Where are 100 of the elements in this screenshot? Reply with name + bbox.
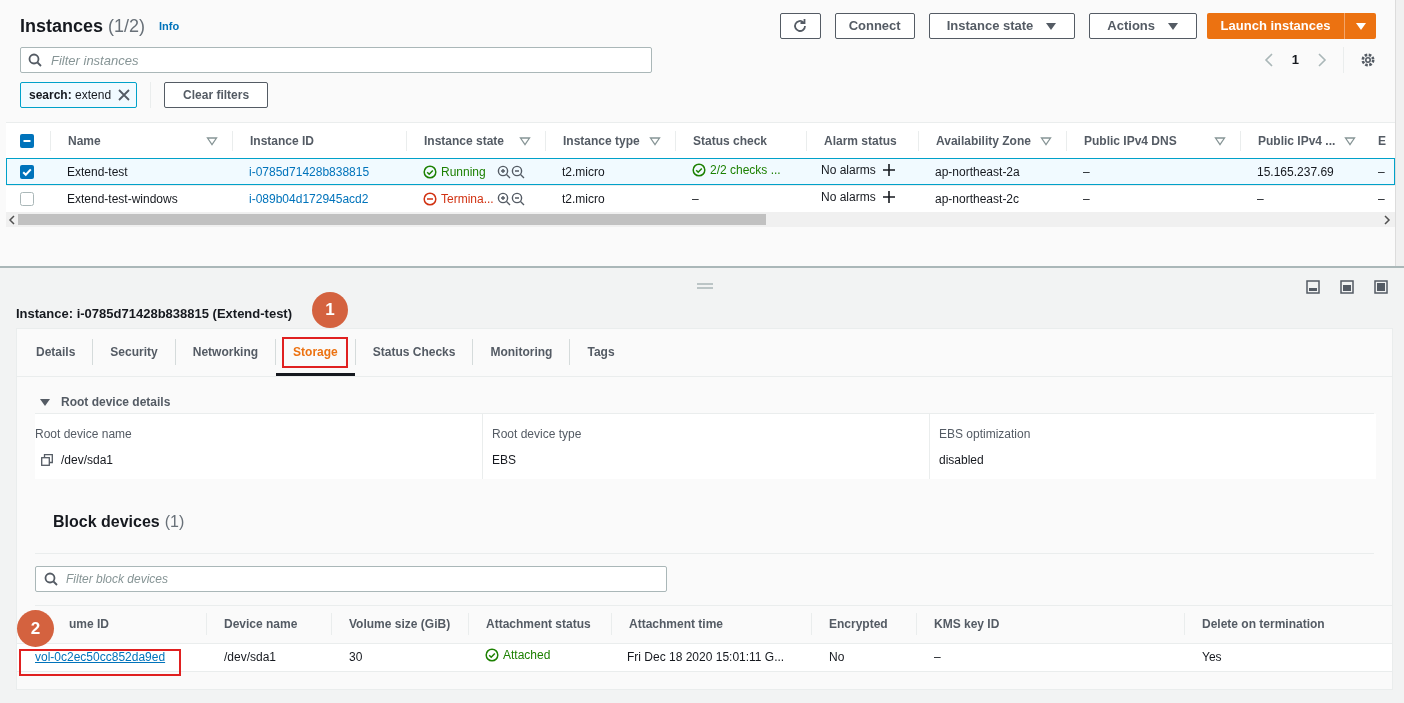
split-middle-icon[interactable] [1340, 280, 1354, 294]
column-header[interactable]: Attachment status [486, 615, 591, 633]
highlight-box [282, 337, 349, 368]
plus-icon[interactable] [881, 162, 896, 177]
connect-button[interactable]: Connect [834, 13, 915, 39]
horizontal-scrollbar[interactable] [6, 212, 1395, 227]
column-header[interactable]: Instance ID [250, 131, 315, 150]
table-cell-text: No alarms [821, 161, 876, 179]
column-header[interactable]: Device name [224, 615, 298, 633]
table-row[interactable]: Extend-test i-0785d71428b838815 Running t2.micro 2/2 checks ... No alarms ap-northeast-2a – 15.165.237.69 – [6, 158, 1395, 185]
chevron-left-icon[interactable] [8, 214, 16, 225]
instance-id-link[interactable]: i-089b04d172945acd2 [249, 189, 369, 208]
sort-icon[interactable] [519, 135, 531, 146]
column-header[interactable]: Name [68, 131, 101, 150]
table-cell-text: – [1083, 163, 1090, 181]
tab[interactable]: Monitoring [473, 328, 570, 376]
caret-down-icon[interactable] [39, 397, 51, 407]
table-cell-text: 15.165.237.69 [1257, 163, 1334, 181]
column-header[interactable]: Alarm status [824, 131, 897, 150]
checkbox[interactable] [20, 164, 34, 179]
sort-icon[interactable] [1344, 135, 1356, 146]
vertical-scrollbar[interactable] [1395, 0, 1404, 266]
section-title: Block devices [53, 512, 160, 532]
check-circle-icon [485, 648, 499, 662]
drag-handle-icon[interactable] [696, 283, 713, 289]
info-link[interactable]: Info [159, 17, 180, 35]
chevron-right-icon[interactable] [1383, 214, 1391, 225]
status-text: Termina... [441, 190, 494, 208]
sort-icon[interactable] [206, 135, 218, 146]
instance-title: Instance: i-0785d71428b838815 (Extend-test) [16, 305, 292, 323]
column-header[interactable]: KMS key ID [934, 615, 1000, 633]
table-cell-text: No [829, 649, 845, 666]
refresh-icon [792, 18, 809, 34]
check-circle-icon [692, 162, 706, 177]
settings-icon[interactable] [1360, 52, 1376, 68]
scrollbar-thumb[interactable] [18, 214, 766, 225]
table-cell-text: Fri Dec 18 2020 15:01:11 G... [627, 649, 785, 666]
tab[interactable]: Details [19, 328, 93, 376]
page-number[interactable]: 1 [1291, 50, 1299, 70]
split-full-icon[interactable] [1374, 280, 1388, 294]
table-cell-text: Extend-test [67, 163, 128, 181]
sort-icon[interactable] [1040, 135, 1052, 146]
filter-field[interactable]: Filter block devices [35, 565, 667, 592]
caret-icon [1167, 21, 1179, 31]
sort-icon[interactable] [1214, 135, 1226, 146]
column-header[interactable]: Encrypted [829, 615, 888, 633]
page-title: Instances [20, 14, 104, 38]
field-label: Root device name [35, 425, 133, 443]
table-row[interactable]: Extend-test-windows i-089b04d172945acd2 Termina... t2.micro – No alarms ap-northeast-2c – – – [6, 185, 1395, 212]
dropdown-button[interactable]: Actions [1089, 13, 1197, 39]
column-header[interactable]: Attachment time [629, 615, 723, 633]
table-cell-text: – [1083, 190, 1090, 208]
table-cell-text: Yes [1202, 649, 1222, 666]
zoom-out-icon[interactable] [511, 191, 525, 206]
column-header[interactable]: Volume size (GiB) [349, 615, 451, 633]
sort-icon[interactable] [649, 135, 661, 146]
filter-field[interactable]: Filter instances [20, 47, 652, 73]
status-text: Running [441, 163, 486, 181]
device-count: (1) [164, 512, 185, 532]
close-icon[interactable] [117, 88, 132, 102]
tab[interactable]: Networking [175, 328, 276, 376]
checkbox[interactable] [20, 133, 34, 148]
column-header[interactable]: Status check [693, 131, 768, 150]
table-cell-text: t2.micro [562, 163, 605, 181]
tab[interactable]: Tags [570, 328, 632, 376]
column-header[interactable]: Instance state [424, 131, 505, 150]
column-header[interactable]: ume ID [69, 615, 109, 633]
refresh-button[interactable] [779, 13, 821, 39]
volume-id-link[interactable]: vol-0c2ec50cc852da9ed [35, 648, 166, 666]
instance-id-link[interactable]: i-0785d71428b838815 [249, 162, 370, 181]
minus-circle-icon [423, 191, 437, 206]
table-cell-text: ap-northeast-2a [935, 163, 1020, 181]
field-value: disabled [939, 451, 984, 469]
table-cell-text: 30 [349, 649, 363, 666]
launch-options-button[interactable] [1344, 13, 1376, 39]
tab[interactable]: Status Checks [355, 328, 473, 376]
callout-badge: 2 [17, 610, 54, 647]
table-cell-text: ap-northeast-2c [935, 190, 1020, 208]
column-header[interactable]: Delete on termination [1202, 615, 1325, 633]
caret-icon [1045, 21, 1058, 31]
table-cell-text: – [1378, 190, 1385, 208]
field-label: Root device type [492, 425, 583, 443]
checkbox[interactable] [20, 191, 34, 206]
column-header[interactable]: Instance type [563, 131, 640, 150]
zoom-in-icon[interactable] [497, 164, 511, 179]
column-header[interactable]: Public IPv4 DNS [1084, 131, 1177, 150]
column-header[interactable]: Public IPv4 ... [1258, 131, 1336, 150]
zoom-out-icon[interactable] [511, 164, 525, 179]
copy-icon[interactable] [41, 453, 53, 466]
column-header[interactable]: Availability Zone [936, 131, 1031, 150]
column-header[interactable]: E [1378, 131, 1386, 150]
clear-filters-button[interactable]: Clear filters [164, 82, 269, 108]
section-heading[interactable]: Root device details [61, 393, 171, 411]
zoom-in-icon[interactable] [497, 191, 511, 206]
table-cell-text: Extend-test-windows [67, 190, 178, 208]
tab[interactable]: Security [93, 328, 175, 376]
split-bottom-icon[interactable] [1306, 280, 1320, 294]
plus-icon[interactable] [881, 189, 896, 204]
dropdown-button[interactable]: Instance state [928, 13, 1076, 39]
filter-token[interactable]: search: extend [20, 82, 138, 108]
